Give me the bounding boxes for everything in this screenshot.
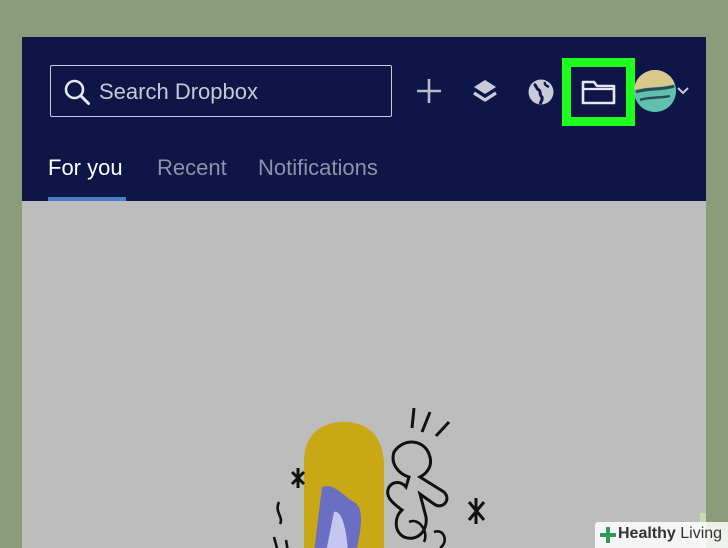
active-tab-indicator (48, 197, 126, 201)
globe-icon[interactable] (524, 75, 558, 109)
search-placeholder: Search Dropbox (99, 79, 258, 104)
chevron-down-icon[interactable] (676, 85, 690, 97)
dropbox-window: Search Dropbox For you Recent Notificati… (22, 37, 706, 548)
watermark: Healthy Living (595, 522, 728, 548)
watermark-text: Healthy Living (618, 525, 723, 542)
tab-for-you[interactable]: For you (48, 155, 123, 181)
folder-button-highlight[interactable] (562, 58, 635, 126)
folder-icon (581, 80, 616, 105)
top-bar: Search Dropbox For you Recent Notificati… (22, 37, 706, 201)
search-input[interactable]: Search Dropbox (50, 65, 392, 117)
avatar[interactable] (634, 70, 676, 112)
empty-state-illustration (272, 407, 486, 548)
layers-icon[interactable] (468, 75, 502, 109)
search-icon (64, 79, 90, 105)
plus-icon[interactable] (412, 74, 446, 108)
tab-notifications[interactable]: Notifications (258, 155, 378, 181)
plus-logo-icon (600, 527, 616, 543)
tab-recent[interactable]: Recent (157, 155, 227, 181)
